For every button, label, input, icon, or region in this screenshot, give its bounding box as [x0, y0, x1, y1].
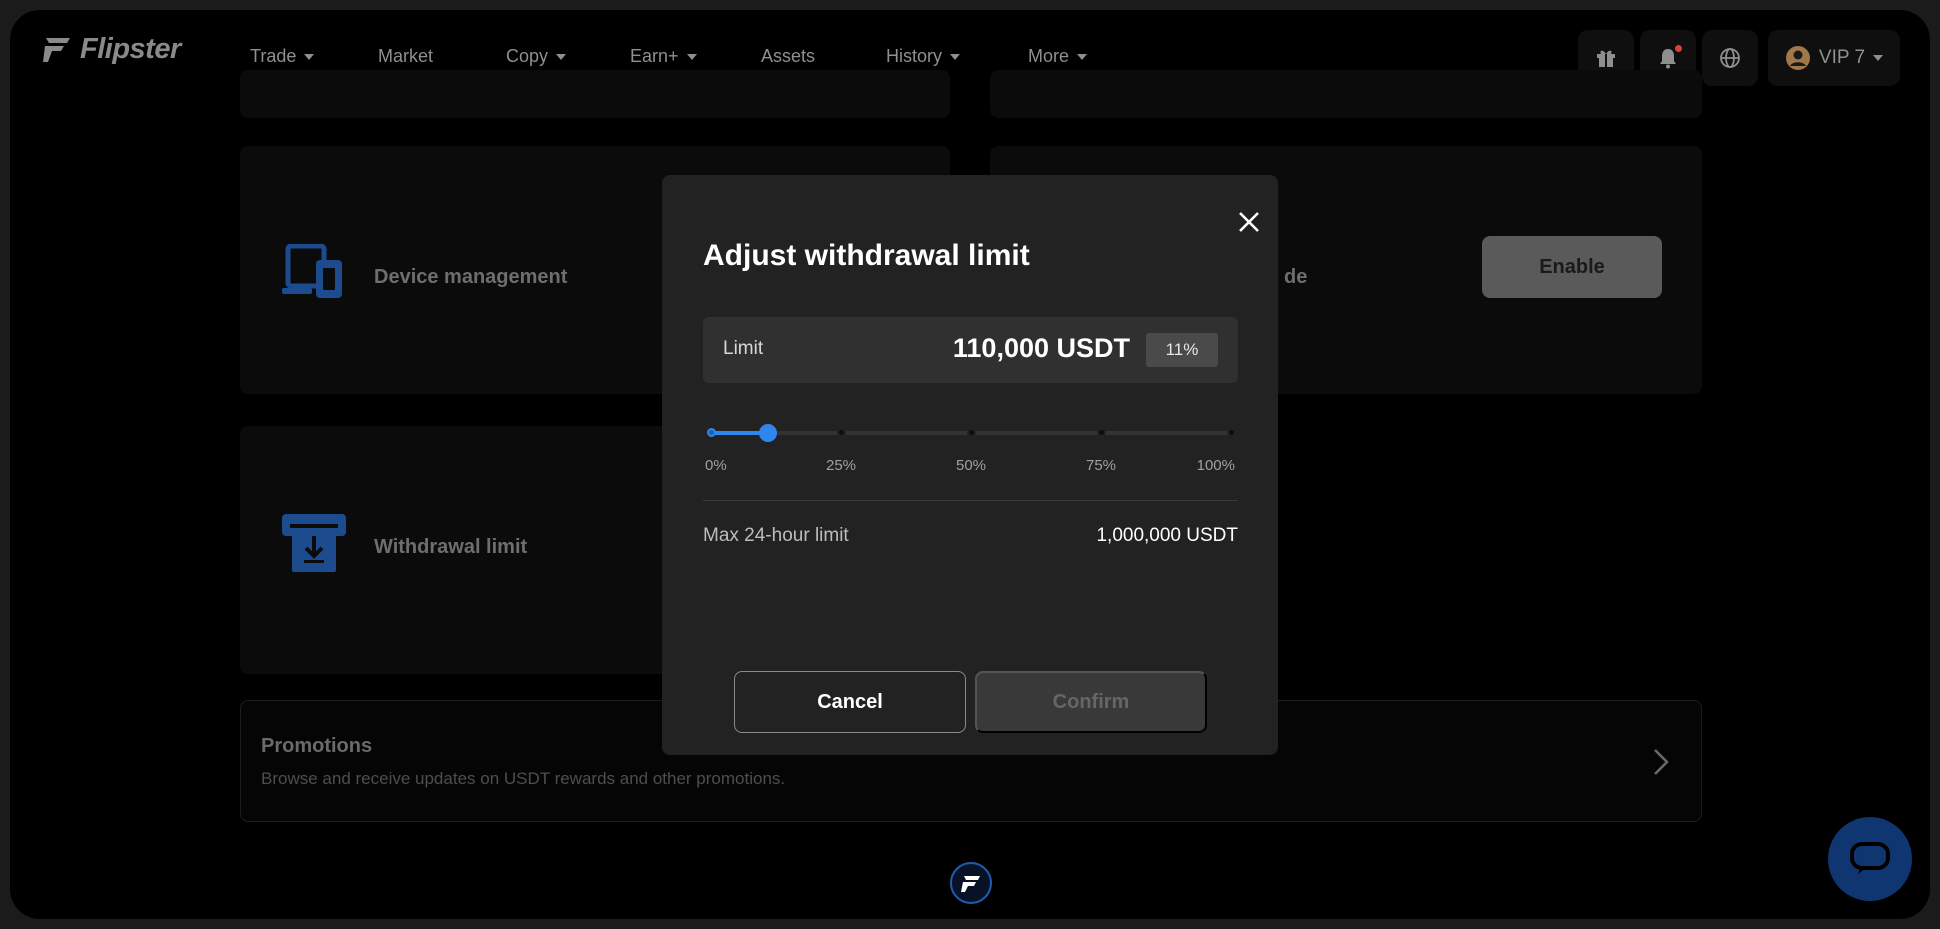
caret-down-icon	[304, 53, 315, 60]
caret-down-icon	[950, 53, 961, 60]
flipster-logo-icon	[43, 38, 70, 62]
flipster-logo[interactable]: Flipster	[40, 32, 181, 66]
card-right-title: de	[1284, 266, 1308, 288]
slider-mark-0[interactable]	[706, 428, 716, 437]
card-top-left	[240, 70, 950, 118]
limit-slider[interactable]: 0% 25% 50% 75% 100%	[703, 415, 1238, 475]
nav-trade[interactable]: Trade	[250, 46, 315, 67]
limit-label: Limit	[723, 338, 764, 359]
account-menu[interactable]: VIP 7	[1768, 30, 1900, 86]
caret-down-icon	[1077, 53, 1088, 60]
vip-level: VIP 7	[1818, 47, 1866, 68]
slider-thumb[interactable]	[759, 424, 778, 442]
nav-copy[interactable]: Copy	[506, 46, 567, 67]
caret-down-icon	[686, 53, 697, 60]
cancel-button[interactable]: Cancel	[734, 671, 966, 733]
caret-down-icon	[1873, 55, 1884, 61]
nav-market[interactable]: Market	[378, 46, 433, 67]
withdrawal-limit-title: Withdrawal limit	[374, 536, 528, 558]
nav-more-label: More	[1028, 46, 1070, 66]
nav-assets-label: Assets	[761, 46, 816, 66]
divider	[703, 500, 1238, 501]
slider-mark-label: 50%	[955, 457, 987, 474]
limit-display: Limit 110,000 USDT 11%	[703, 317, 1238, 383]
nav-trade-label: Trade	[250, 46, 297, 66]
slider-mark-label: 100%	[1196, 457, 1235, 474]
flipster-logo-icon	[961, 876, 980, 892]
slider-mark-50[interactable]	[966, 428, 976, 437]
avatar-icon	[1785, 46, 1810, 70]
footer-logo	[950, 862, 992, 904]
support-chat-button[interactable]	[1828, 817, 1912, 901]
gift-icon	[1597, 50, 1615, 67]
app-name: Flipster	[80, 32, 181, 65]
withdrawal-atm-icon	[282, 514, 346, 572]
enable-button[interactable]: Enable	[1482, 236, 1662, 298]
nav-history-label: History	[886, 46, 943, 66]
globe-icon	[1720, 48, 1740, 68]
nav-copy-label: Copy	[506, 46, 549, 66]
nav-more[interactable]: More	[1028, 46, 1088, 67]
nav-assets[interactable]: Assets	[761, 46, 815, 67]
chat-bubble-icon	[1850, 842, 1890, 874]
caret-down-icon	[556, 53, 567, 60]
confirm-button[interactable]: Confirm	[975, 671, 1207, 733]
promotions-description: Browse and receive updates on USDT rewar…	[261, 769, 786, 788]
promotions-title: Promotions	[261, 735, 373, 757]
app-frame: Flipster Trade Market Copy Earn+ Assets …	[10, 10, 1930, 919]
nav-history[interactable]: History	[886, 46, 961, 67]
language-button[interactable]	[1702, 30, 1758, 86]
modal-title: Adjust withdrawal limit	[703, 239, 1030, 272]
card-top-right	[990, 70, 1702, 118]
limit-percent-badge: 11%	[1146, 333, 1218, 367]
slider-mark-25[interactable]	[836, 428, 846, 437]
devices-icon	[282, 244, 342, 298]
limit-value: 110,000 USDT	[952, 333, 1130, 363]
slider-mark-label: 0%	[705, 457, 727, 474]
slider-mark-label: 75%	[1085, 457, 1117, 474]
nav-earn[interactable]: Earn+	[630, 46, 697, 67]
max-limit-value: 1,000,000 USDT	[1096, 525, 1238, 546]
slider-mark-100[interactable]	[1226, 428, 1236, 437]
slider-mark-label: 25%	[825, 457, 857, 474]
nav-earn-label: Earn+	[630, 46, 679, 66]
slider-mark-75[interactable]	[1096, 428, 1106, 437]
device-management-title: Device management	[374, 266, 568, 288]
max-limit-label: Max 24-hour limit	[703, 525, 849, 546]
chevron-right-icon	[1654, 749, 1669, 775]
notification-dot	[1675, 45, 1682, 52]
nav-market-label: Market	[378, 46, 434, 66]
withdrawal-limit-modal: Adjust withdrawal limit Limit 110,000 US…	[662, 175, 1278, 755]
close-icon[interactable]	[1236, 209, 1262, 235]
